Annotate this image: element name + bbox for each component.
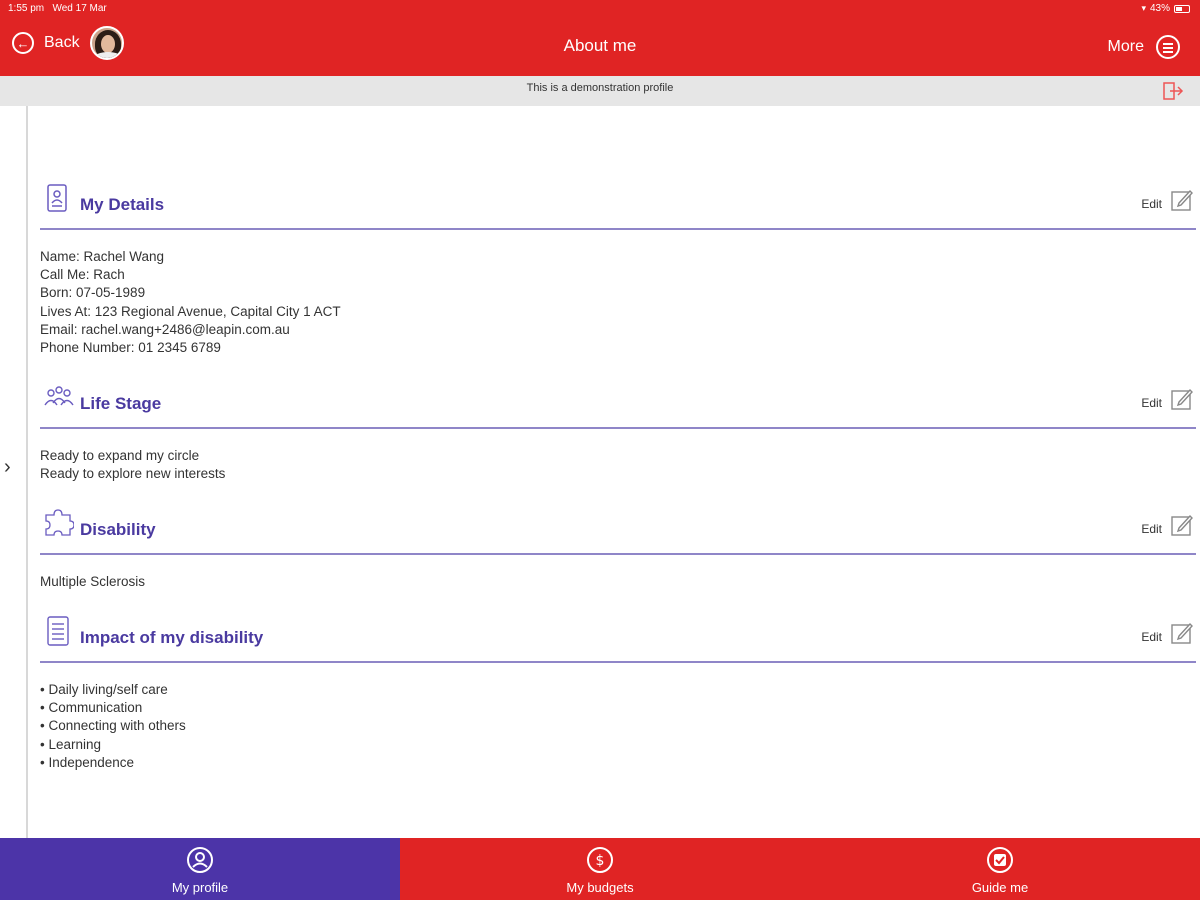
status-date: Wed 17 Mar [52, 3, 107, 14]
edit-impact-button[interactable]: Edit [1141, 621, 1194, 645]
disability-line: Multiple Sclerosis [40, 574, 146, 589]
section-header: Impact of my disability Edit [40, 611, 1196, 663]
page-title: About me [563, 36, 637, 55]
status-right: ▾ 43% [1141, 3, 1190, 14]
tab-my-budgets[interactable]: $ My budgets [400, 838, 800, 900]
pencil-square-icon [1171, 514, 1193, 536]
battery-percent: 43% [1149, 3, 1170, 14]
section-header: My Details Edit [40, 178, 1196, 230]
dollar-icon: $ [587, 847, 613, 873]
section-life-stage: Life Stage Edit Ready to expand my circl… [40, 377, 1196, 483]
tab-label: My budgets [566, 880, 634, 895]
demo-banner: This is a demonstration profile [0, 76, 1200, 106]
impact-lines: • Daily living/self care • Communication… [40, 663, 1196, 772]
people-group-icon [44, 386, 74, 406]
life-stage-line: Ready to expand my circle [40, 448, 200, 463]
edit-label: Edit [1141, 396, 1162, 410]
section-disability: Disability Edit Multiple Sclerosis [40, 503, 1196, 591]
more-label: More [1107, 38, 1144, 55]
detail-line: Call Me: Rach [40, 267, 125, 283]
puzzle-icon [45, 509, 74, 536]
detail-line: Email: rachel.wang+2486@leapin.com.au [40, 321, 290, 337]
section-impact: Impact of my disability Edit • Daily liv… [40, 611, 1196, 772]
more-button[interactable]: More [1108, 35, 1180, 59]
section-my-details: My Details Edit Name: Rachel Wang Call M… [40, 178, 1196, 357]
edit-disability-button[interactable]: Edit [1141, 513, 1194, 537]
person-icon [187, 847, 213, 873]
wifi-icon: ▾ [1141, 3, 1146, 13]
impact-line: • Daily living/self care [40, 682, 168, 697]
edit-label: Edit [1141, 197, 1162, 211]
detail-line: Lives At: 123 Regional Avenue, Capital C… [40, 303, 341, 319]
status-time: 1:55 pm [8, 3, 45, 14]
detail-line: Name: Rachel Wang [40, 249, 165, 264]
tab-label: My profile [171, 880, 229, 895]
impact-line: • Independence [40, 754, 135, 770]
impact-line: • Connecting with others [40, 718, 186, 734]
section-header: Life Stage Edit [40, 377, 1196, 429]
chevron-right-icon[interactable]: › [4, 456, 11, 479]
side-panel: › [0, 106, 28, 838]
menu-icon [1156, 35, 1180, 59]
tab-label: Guide me [971, 880, 1029, 895]
about-me-content: My Details Edit Name: Rachel Wang Call M… [40, 106, 1196, 838]
life-stage-lines: Ready to expand my circle Ready to explo… [40, 429, 1196, 483]
section-title: Impact of my disability [80, 628, 264, 647]
details-lines: Name: Rachel Wang Call Me: Rach Born: 07… [40, 230, 1196, 357]
section-title: My Details [80, 195, 165, 214]
edit-my-details-button[interactable]: Edit [1141, 188, 1194, 212]
edit-life-stage-button[interactable]: Edit [1141, 387, 1194, 411]
document-list-icon [47, 616, 69, 646]
status-time-date: 1:55 pm Wed 17 Mar [8, 3, 107, 14]
tab-my-profile[interactable]: My profile [0, 838, 400, 900]
edit-label: Edit [1141, 522, 1162, 536]
pencil-square-icon [1171, 189, 1193, 211]
bottom-nav: My profile $ My budgets Guide me [0, 838, 1200, 900]
section-title: Life Stage [80, 394, 162, 413]
id-card-icon [47, 184, 67, 212]
life-stage-line: Ready to explore new interests [40, 466, 226, 482]
guide-icon [987, 847, 1013, 873]
header-bar: ← Back About me More [0, 18, 1200, 76]
pencil-square-icon [1171, 388, 1193, 410]
edit-label: Edit [1141, 630, 1162, 644]
pencil-square-icon [1171, 622, 1193, 644]
impact-line: • Communication [40, 700, 143, 716]
demo-banner-text: This is a demonstration profile [526, 82, 674, 94]
detail-line: Phone Number: 01 2345 6789 [40, 340, 221, 356]
disability-lines: Multiple Sclerosis [40, 555, 1196, 591]
section-title: Disability [80, 520, 156, 539]
impact-line: • Learning [40, 736, 102, 752]
detail-line: Born: 07-05-1989 [40, 285, 146, 301]
svg-text:$: $ [596, 853, 605, 869]
battery-icon [1174, 4, 1190, 13]
status-bar: 1:55 pm Wed 17 Mar ▾ 43% [0, 0, 1200, 18]
tab-guide-me[interactable]: Guide me [800, 838, 1200, 900]
exit-demo-icon[interactable] [1162, 81, 1184, 101]
section-header: Disability Edit [40, 503, 1196, 555]
